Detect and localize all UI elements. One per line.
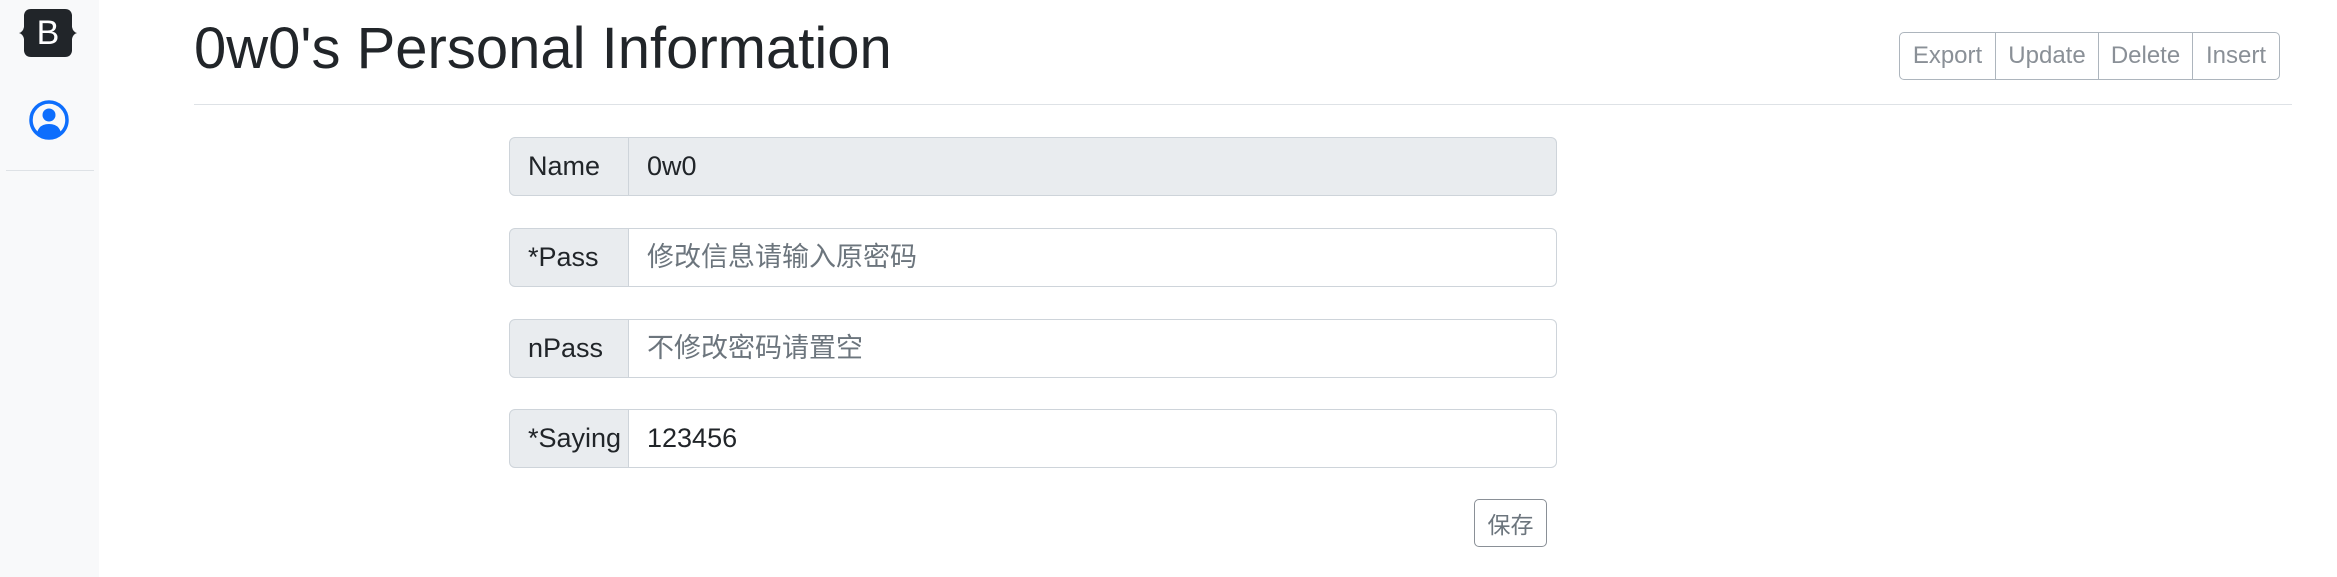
sidebar-divider [6, 170, 94, 171]
header-divider [194, 104, 2292, 105]
update-button[interactable]: Update [1995, 32, 2099, 80]
sidebar: B [0, 0, 99, 577]
insert-button[interactable]: Insert [2192, 32, 2280, 80]
action-button-group: Export Update Delete Insert [1899, 32, 2280, 80]
npass-field[interactable] [629, 319, 1557, 378]
saying-field[interactable] [629, 409, 1557, 468]
brand-letter: B [37, 14, 60, 52]
person-circle-icon[interactable] [28, 99, 70, 141]
saying-label: *Saying [509, 409, 629, 468]
npass-label: nPass [509, 319, 629, 378]
delete-button[interactable]: Delete [2098, 32, 2193, 80]
bootstrap-logo-icon[interactable]: B [18, 6, 78, 60]
page-title: 0w0's Personal Information [194, 16, 892, 81]
npass-input-group: nPass [509, 319, 1557, 378]
pass-label: *Pass [509, 228, 629, 287]
export-button[interactable]: Export [1899, 32, 1996, 80]
name-input-group: Name [509, 137, 1557, 196]
name-field[interactable] [629, 137, 1557, 196]
saying-input-group: *Saying [509, 409, 1557, 468]
pass-input-group: *Pass [509, 228, 1557, 287]
name-label: Name [509, 137, 629, 196]
save-button[interactable]: 保存 [1474, 499, 1547, 547]
pass-field[interactable] [629, 228, 1557, 287]
